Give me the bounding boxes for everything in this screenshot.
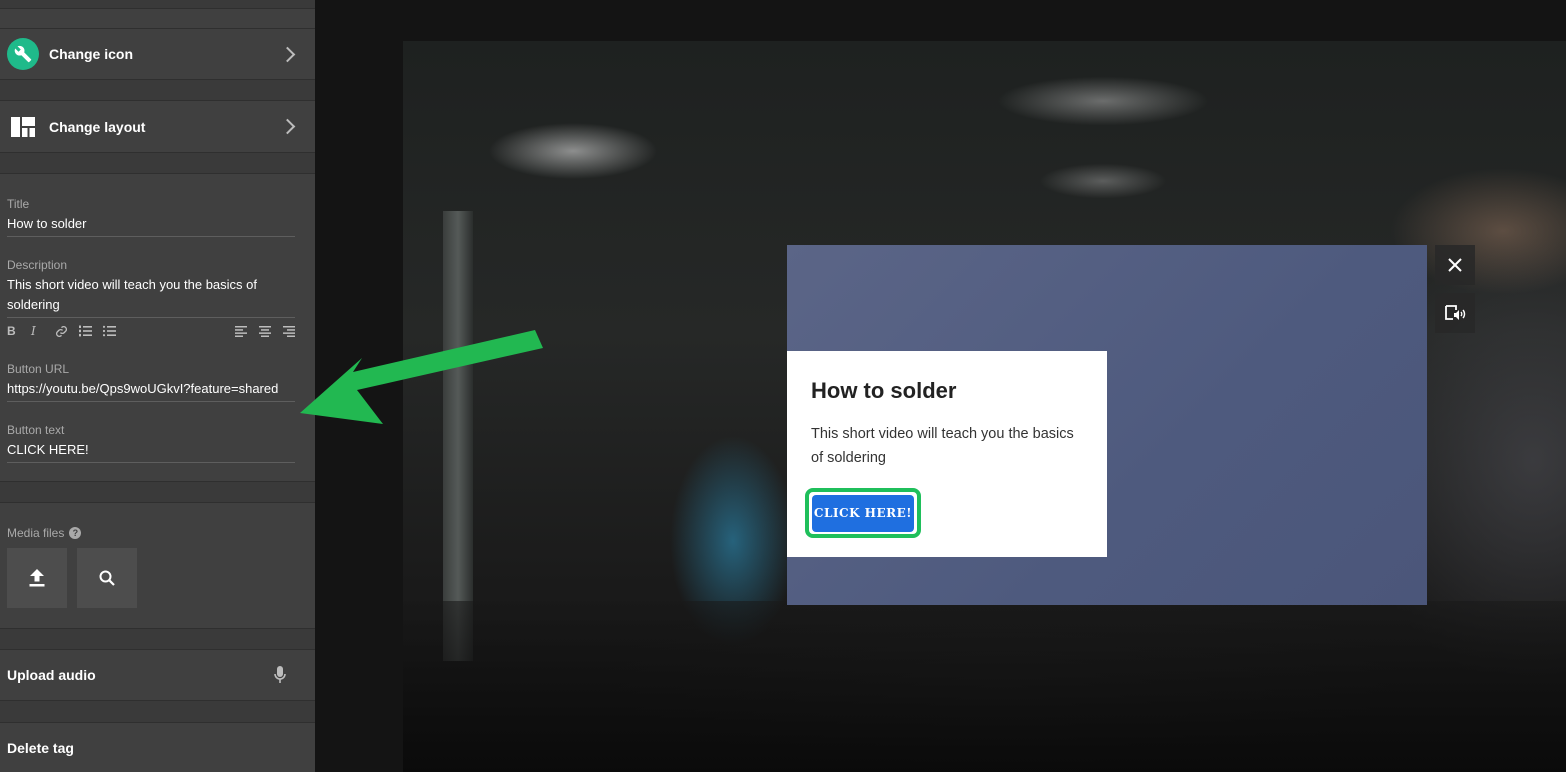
click-here-button[interactable]: CLICK HERE! [812,494,914,532]
upload-icon [29,569,45,587]
description-label: Description [7,258,68,272]
divider [0,502,315,503]
layout-icon [11,116,35,137]
sidebar-gap [0,629,315,649]
audio-description-icon [1445,305,1466,320]
align-center-icon [259,325,271,337]
sidebar-gap [0,0,315,8]
italic-button[interactable]: I [31,324,55,338]
text-format-toolbar: B I [7,322,295,340]
align-left-icon [235,325,247,337]
change-icon-label: Change icon [49,46,134,62]
bold-button[interactable]: B [7,324,31,338]
button-url-label: Button URL [7,362,70,376]
align-center-button[interactable] [259,325,283,337]
chevron-right-icon [279,46,296,62]
annotation-arrow-icon [300,330,543,424]
search-icon [99,570,115,586]
title-input[interactable]: How to solder [7,214,295,237]
button-text-input[interactable]: CLICK HERE! [7,440,295,463]
sidebar-gap [0,153,315,173]
tag-popup: How to solder This short video will teac… [787,245,1427,605]
photo-detail [443,211,473,661]
popup-description: This short video will teach you the basi… [811,426,1074,466]
sidebar-gap [0,482,315,502]
change-layout-label: Change layout [49,118,146,135]
ordered-list-button[interactable] [79,325,103,337]
delete-tag-row[interactable]: Delete tag [0,723,315,772]
bullet-list-icon [103,325,116,337]
divider [0,8,315,9]
title-field[interactable]: Title How to solder [7,197,295,237]
button-text-label: Button text [7,423,65,437]
button-url-field[interactable]: Button URL https://youtu.be/Qps9woUGkvI?… [7,362,295,402]
align-right-icon [283,325,295,337]
close-icon [1448,258,1462,272]
sidebar-gap [0,80,315,100]
help-icon[interactable]: ? [69,527,82,539]
description-input[interactable]: This short video will teach you the basi… [7,275,295,318]
upload-audio-label: Upload audio [7,667,96,683]
cta-highlight: CLICK HERE! [805,488,921,538]
align-left-button[interactable] [235,325,259,337]
media-files-label: Media files [7,526,65,540]
title-label: Title [7,197,30,211]
photo-detail [403,601,1566,772]
change-icon-row[interactable]: Change icon [0,29,315,79]
bold-glyph: B [7,324,16,338]
wrench-icon [7,38,39,70]
close-button[interactable] [1435,245,1475,285]
media-files-heading: Media files ? [7,526,82,540]
upload-media-button[interactable] [7,548,67,608]
divider [0,173,315,174]
change-layout-row[interactable]: Change layout [0,101,315,152]
microphone-icon [274,666,286,683]
popup-card: How to solder This short video will teac… [787,351,1107,557]
delete-tag-label: Delete tag [7,739,74,756]
align-right-button[interactable] [283,325,295,337]
italic-glyph: I [31,324,36,338]
description-field[interactable]: Description This short video will teach … [7,258,295,318]
sidebar: Change icon Change layout Title How to s… [0,0,315,772]
popup-title: How to solder [811,378,957,403]
divider [0,28,315,29]
button-url-input[interactable]: https://youtu.be/Qps9woUGkvI?feature=sha… [7,379,295,402]
upload-audio-row[interactable]: Upload audio [0,650,315,700]
ordered-list-icon [79,325,92,337]
link-button[interactable] [55,325,79,338]
search-media-button[interactable] [77,548,137,608]
link-icon [55,325,68,337]
button-text-field[interactable]: Button text CLICK HERE! [7,423,295,463]
sidebar-gap [0,701,315,722]
bullet-list-button[interactable] [103,325,127,337]
audio-description-button[interactable] [1435,293,1475,333]
chevron-right-icon [279,118,296,135]
